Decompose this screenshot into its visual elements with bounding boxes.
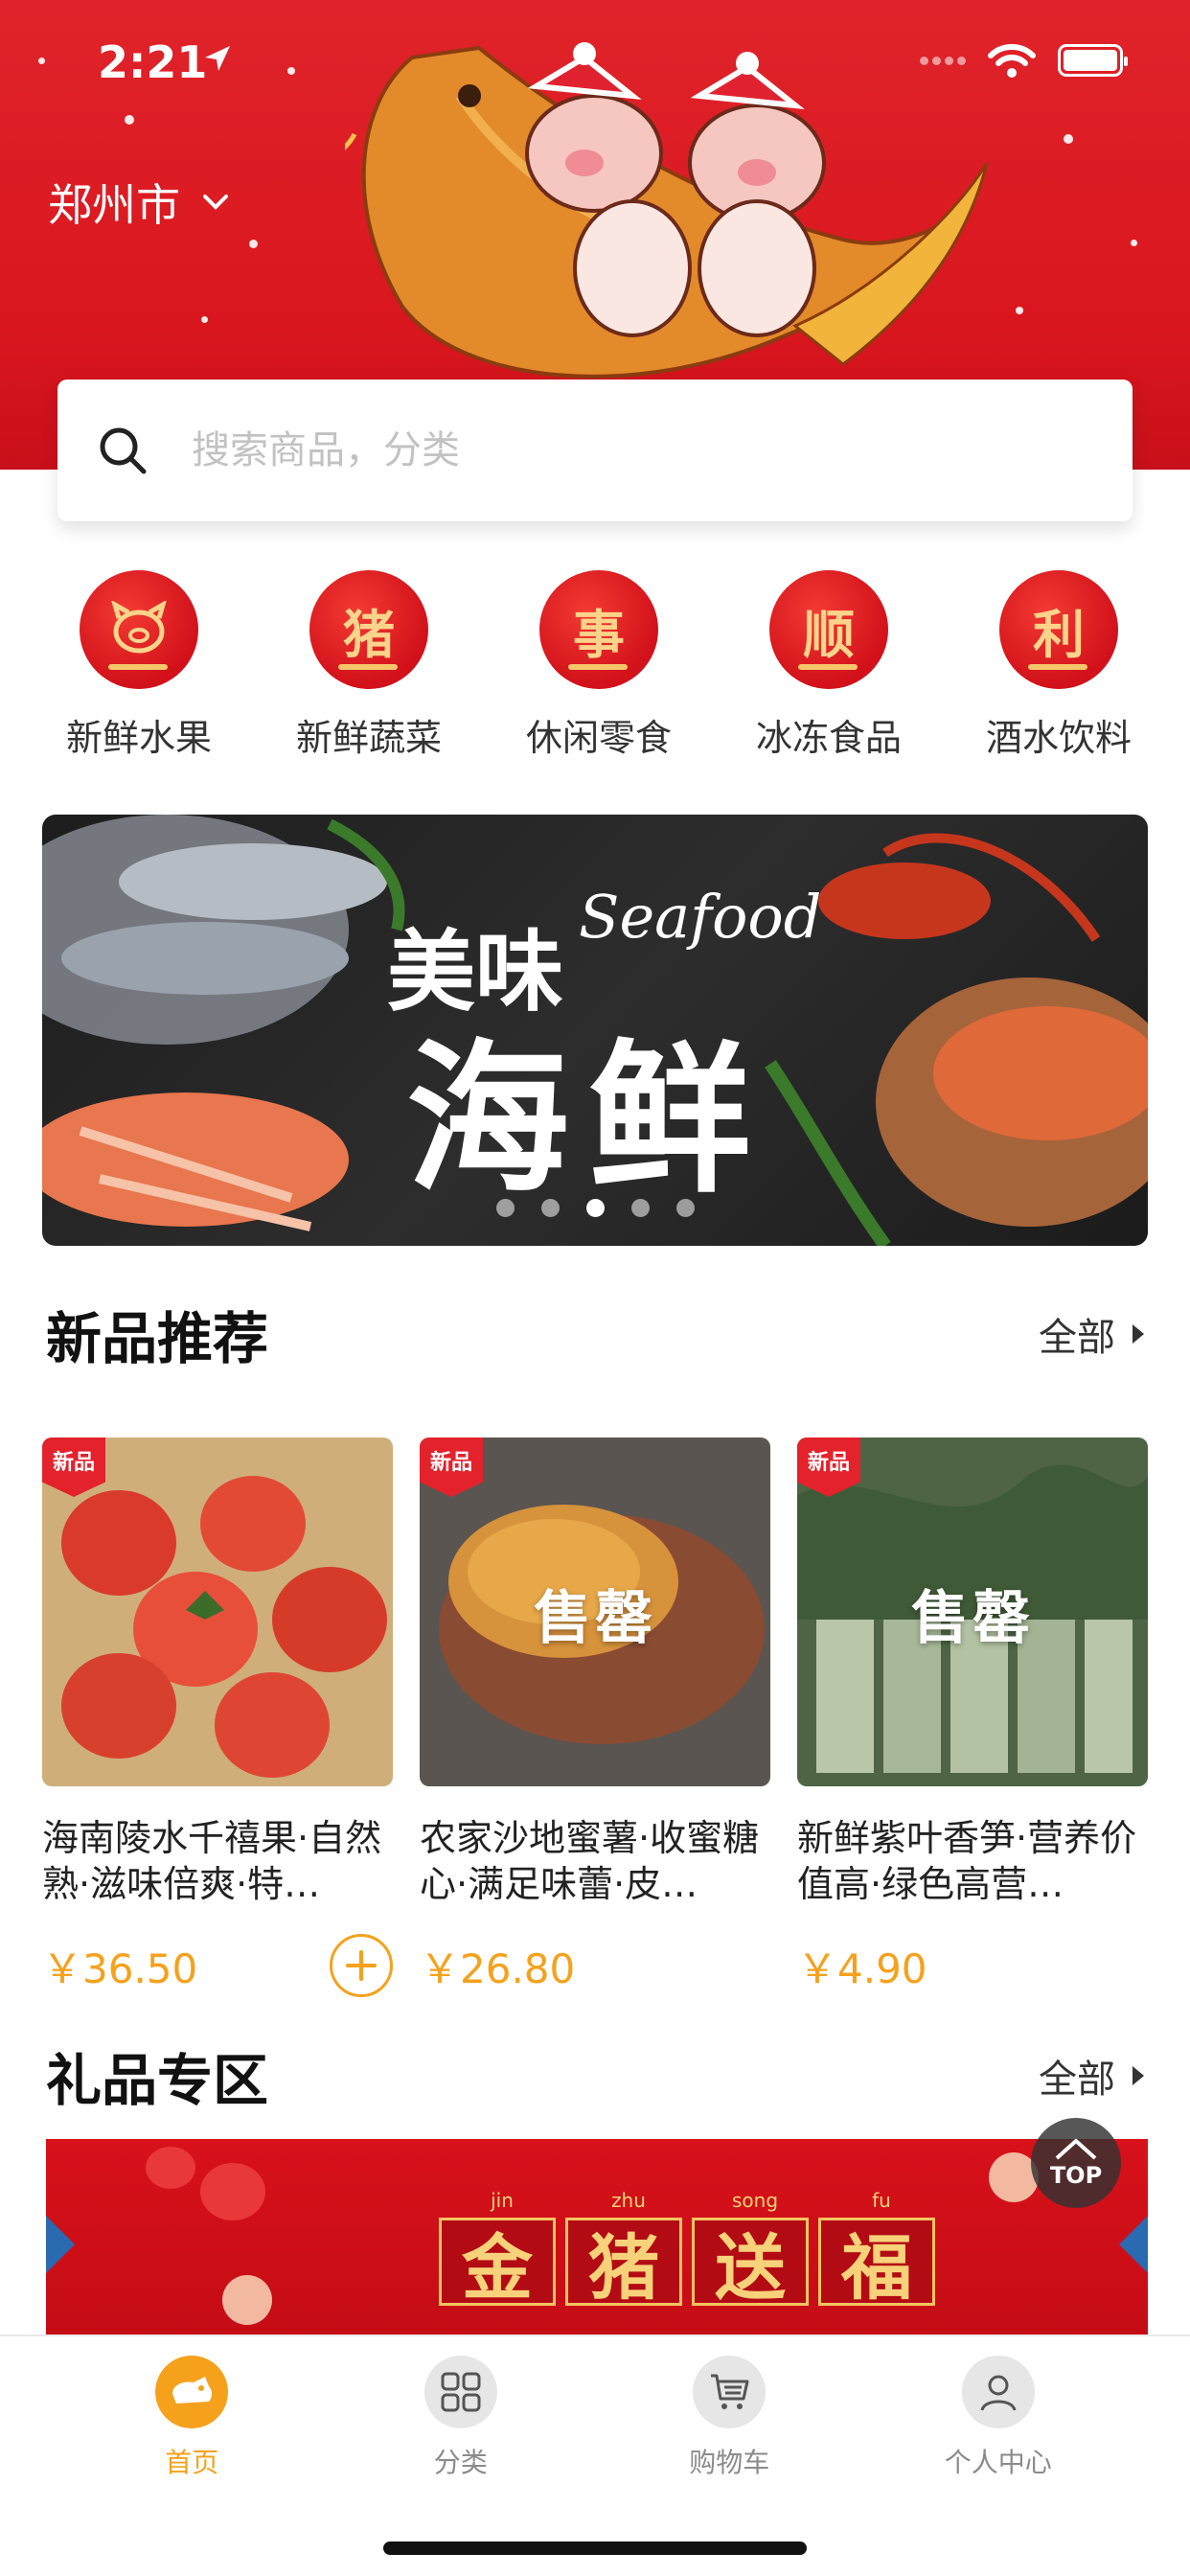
tab-label: 分类 [433, 2447, 488, 2478]
category-snacks[interactable]: 事 休闲零食 [498, 570, 699, 761]
promo-carousel[interactable]: 美味 Seafood 海鲜 [42, 815, 1148, 1246]
product-card[interactable]: 新品 售罄 农家沙地蜜薯·收蜜糖心·满足味蕾·皮… ￥26.80 [420, 1438, 770, 1997]
banner-headline: 海鲜 [406, 1024, 771, 1215]
bottom-tab-bar: 首页 分类 购物车 个人中心 [0, 2334, 1190, 2576]
location-arrow-icon [205, 46, 230, 71]
snowflake [249, 240, 258, 248]
battery-icon [1058, 44, 1128, 77]
add-to-cart-button[interactable] [330, 1934, 393, 1997]
li-badge-icon: 利 [999, 570, 1118, 689]
snowflake [201, 316, 208, 323]
category-label: 冰冻食品 [755, 717, 902, 759]
home-indicator [383, 2542, 807, 2555]
carousel-dot[interactable] [630, 1199, 650, 1217]
snowflake [1016, 307, 1023, 314]
caret-right-icon [1133, 2066, 1144, 2085]
product-price: ￥4.90 [797, 1944, 927, 1992]
tab-cart[interactable]: 购物车 [633, 2356, 825, 2480]
carousel-dot[interactable] [495, 1199, 515, 1217]
user-icon [961, 2356, 1035, 2428]
city-selector[interactable]: 郑州市 [48, 171, 230, 234]
sold-out-label: 售罄 [911, 1585, 1034, 1652]
fish-and-pigs-illustration [345, 42, 989, 379]
view-all-link[interactable]: 全部 [1039, 2048, 1144, 2104]
product-card[interactable]: 新品 售罄 新鲜紫叶香笋·营养价值高·绿色高营… ￥4.90 [797, 1438, 1148, 1997]
category-frozen-food[interactable]: 顺 冰冻食品 [728, 570, 929, 761]
sold-out-label: 售罄 [534, 1585, 656, 1652]
product-card[interactable]: 新品 海南陵水千禧果·自然熟·滋味倍爽·特… ￥36.50 [42, 1438, 393, 1997]
view-all-link[interactable]: 全部 [1039, 1306, 1144, 1362]
tab-label: 购物车 [689, 2447, 770, 2478]
carousel-dot[interactable] [540, 1199, 560, 1217]
search-input[interactable] [192, 428, 1054, 472]
product-price: ￥26.80 [420, 1944, 576, 1992]
snowflake [1064, 134, 1073, 144]
zhu-badge-icon: 猪 [309, 570, 428, 689]
cart-icon [693, 2356, 767, 2428]
tab-profile[interactable]: 个人中心 [903, 2356, 1094, 2480]
wifi-icon [988, 44, 1036, 78]
product-image: 新品 [42, 1438, 393, 1786]
gift-pinyin-row: jin zhu song fu [491, 2189, 891, 2212]
category-drinks[interactable]: 利 酒水饮料 [958, 570, 1159, 761]
gifts-header: 礼品专区 全部 [46, 2036, 1144, 2116]
product-image: 新品 售罄 [797, 1438, 1148, 1786]
category-label: 休闲零食 [525, 717, 672, 759]
snowflake [38, 58, 45, 64]
gift-headline: 金 猪 送 福 [439, 2218, 945, 2310]
category-grid-icon [423, 2356, 497, 2428]
product-name: 海南陵水千禧果·自然熟·滋味倍爽·特… [42, 1817, 382, 1905]
new-products-list: 新品 海南陵水千禧果·自然熟·滋味倍爽·特… ￥36.50 新品 售罄 农家沙地… [42, 1438, 1148, 1997]
search-bar[interactable] [57, 380, 1133, 521]
product-image: 新品 售罄 [420, 1438, 770, 1786]
chevron-down-icon [203, 195, 228, 210]
search-icon [100, 427, 147, 474]
snowflake [287, 67, 295, 75]
pig-icon [80, 570, 198, 689]
category-label: 新鲜水果 [65, 717, 212, 759]
back-to-top-button[interactable]: TOP [1031, 2118, 1121, 2208]
top-label: TOP [1049, 2162, 1103, 2189]
category-fresh-vegetables[interactable]: 猪 新鲜蔬菜 [268, 570, 469, 761]
home-icon [155, 2356, 229, 2428]
product-name: 农家沙地蜜薯·收蜜糖心·满足味蕾·皮… [420, 1817, 760, 1905]
house-up-icon [1055, 2139, 1097, 2160]
shi-badge-icon: 事 [539, 570, 658, 689]
tab-category[interactable]: 分类 [365, 2356, 557, 2480]
gift-banner[interactable]: jin zhu song fu 金 猪 送 福 [46, 2139, 1148, 2340]
section-title: 礼品专区 [46, 2048, 269, 2113]
tab-label: 个人中心 [944, 2447, 1052, 2478]
plus-icon [346, 1950, 377, 1981]
product-price: ￥36.50 [42, 1944, 198, 1992]
banner-subtitle: Seafood [579, 882, 822, 952]
tab-label: 首页 [165, 2447, 219, 2478]
carousel-dot[interactable] [585, 1199, 605, 1217]
status-indicators [920, 42, 1128, 79]
city-label: 郑州市 [48, 179, 180, 231]
category-fresh-fruit[interactable]: 新鲜水果 [38, 570, 240, 761]
cellular-signal-icon [920, 56, 966, 65]
category-row: 新鲜水果 猪 新鲜蔬菜 事 休闲零食 顺 冰冻食品 利 酒水饮料 [38, 570, 1159, 761]
category-label: 新鲜蔬菜 [295, 717, 442, 759]
shun-badge-icon: 顺 [769, 570, 888, 689]
tab-home[interactable]: 首页 [96, 2356, 287, 2480]
carousel-dot[interactable] [675, 1199, 695, 1217]
section-title: 新品推荐 [46, 1306, 269, 1371]
status-time: 2:21 [98, 36, 208, 88]
caret-right-icon [1133, 1324, 1144, 1344]
carousel-dots [42, 1199, 1148, 1217]
snowflake [1131, 240, 1137, 246]
category-label: 酒水饮料 [985, 717, 1132, 759]
product-name: 新鲜紫叶香笋·营养价值高·绿色高营… [797, 1817, 1137, 1905]
snowflake [125, 115, 134, 125]
new-products-header: 新品推荐 全部 [46, 1294, 1144, 1374]
